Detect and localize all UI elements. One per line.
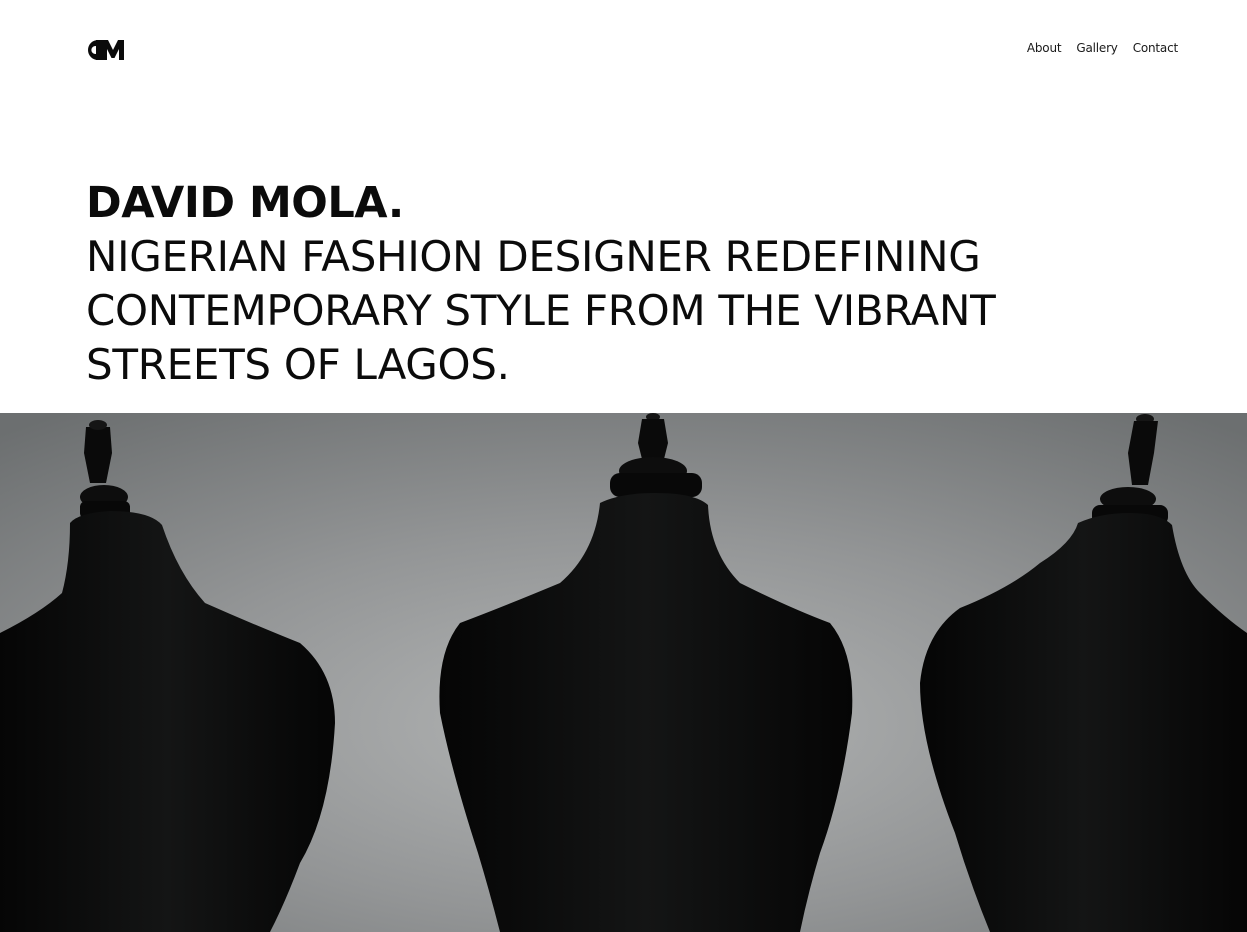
nav-link-contact[interactable]: Contact	[1133, 40, 1178, 56]
dm-monogram-logo[interactable]	[86, 36, 128, 64]
designer-name-heading: DAVID MOLA.	[86, 178, 404, 228]
designer-tagline: NIGERIAN FASHION DESIGNER REDEFINING CON…	[86, 232, 996, 389]
nav-link-about[interactable]: About	[1027, 40, 1062, 56]
mannequin-busts-photo	[0, 413, 1247, 932]
mannequin-illustration	[0, 413, 1247, 932]
main-nav: About Gallery Contact	[1027, 40, 1178, 56]
hero-section: DAVID MOLA. NIGERIAN FASHION DESIGNER RE…	[86, 176, 1186, 392]
page: About Gallery Contact DAVID MOLA. NIGERI…	[0, 0, 1247, 932]
nav-link-gallery[interactable]: Gallery	[1076, 40, 1118, 56]
site-header: About Gallery Contact	[0, 0, 1247, 100]
